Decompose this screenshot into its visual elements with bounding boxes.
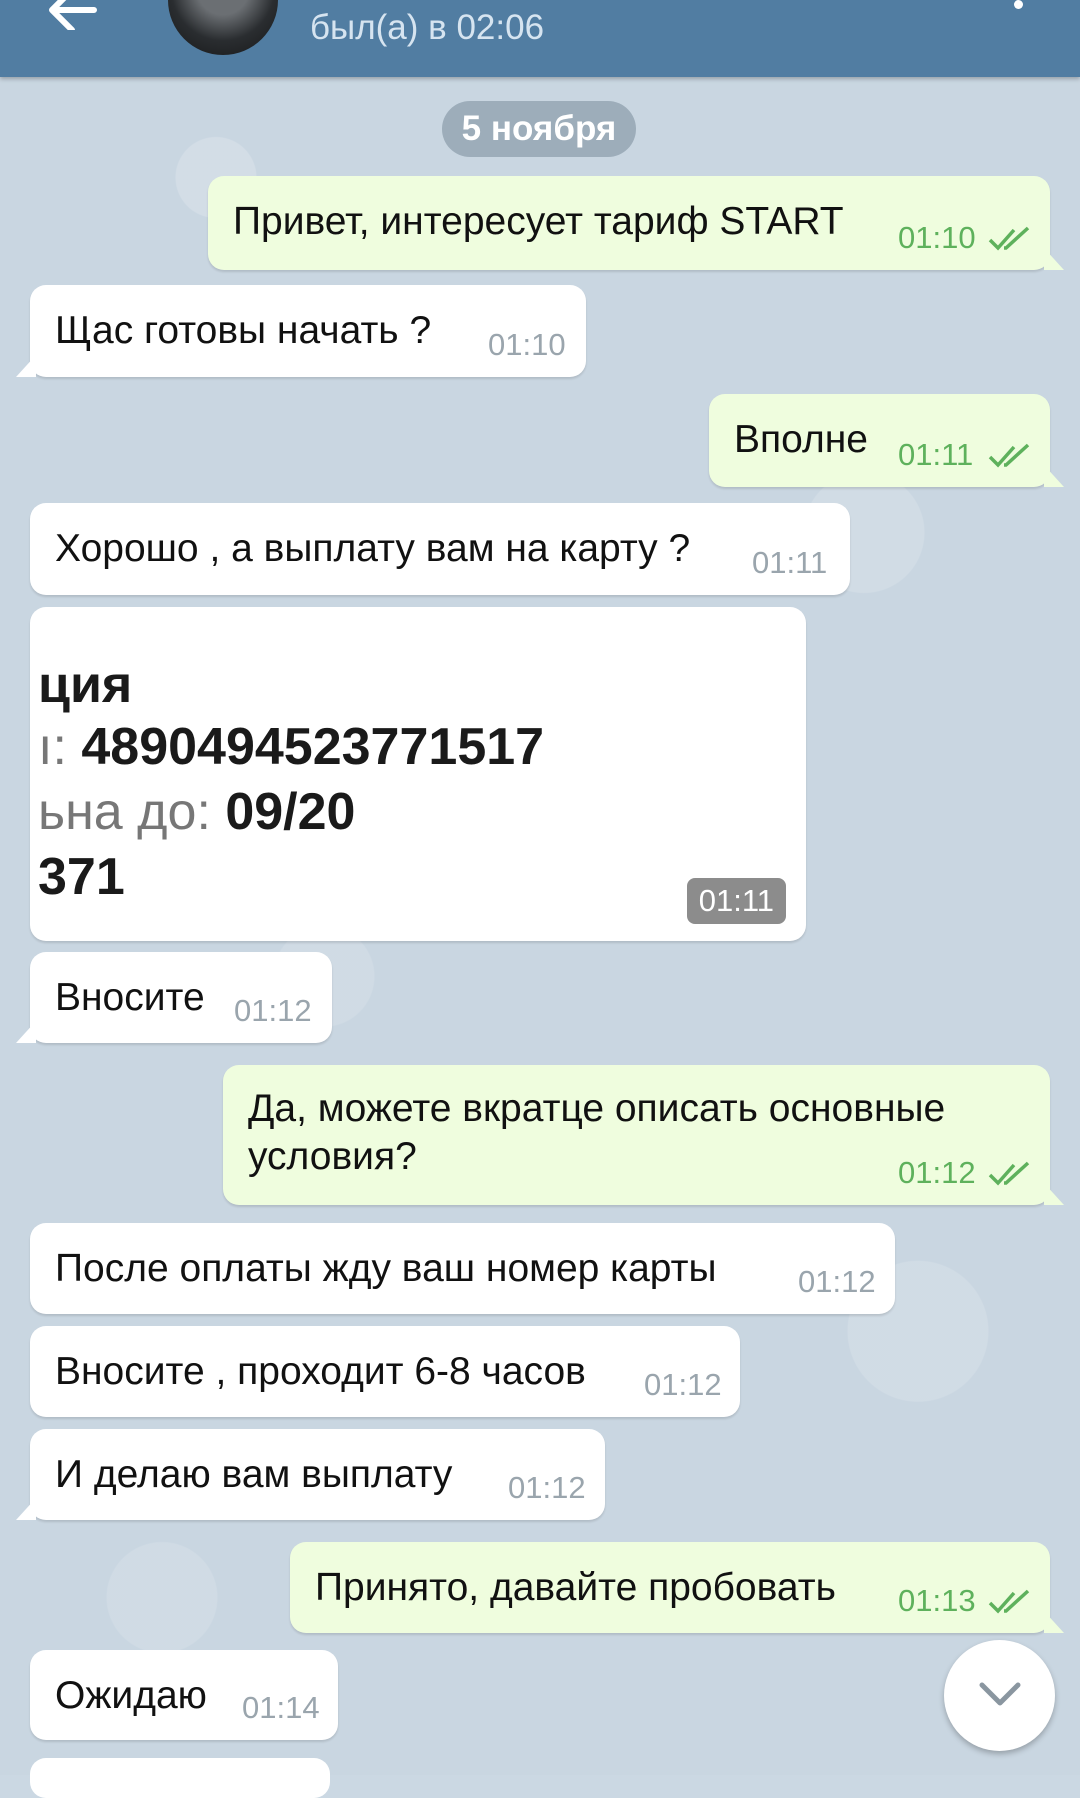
message-time: 01:10 (488, 327, 566, 362)
message-outgoing[interactable]: Принято, давайте пробовать 01:13 (290, 1542, 1064, 1633)
message-time: 01:12 (798, 1264, 876, 1299)
message-outgoing[interactable]: Да, можете вкратце описать основные усло… (223, 1065, 1064, 1205)
card-number-label: ı: (38, 718, 67, 776)
message-incoming[interactable]: Щас готовы начать ? 01:10 (16, 285, 586, 377)
message-text: Ожидаю (55, 1674, 207, 1717)
message-time: 01:14 (242, 1690, 320, 1725)
message-incoming[interactable]: Хорошо , а выплату вам на карту ? 01:11 (30, 503, 850, 595)
message-time: 01:10 (898, 220, 976, 255)
card-number-line: ı: 4890494523771517 (38, 717, 544, 777)
message-time: 01:12 (508, 1470, 586, 1505)
message-text: Вносите , проходит 6-8 часов (55, 1350, 586, 1393)
card-cvv-value: 371 (38, 848, 125, 906)
message-text: Принято, давайте пробовать (315, 1566, 836, 1609)
message-text: И делаю вам выплату (55, 1453, 453, 1496)
more-menu-icon[interactable] (1006, 0, 1030, 30)
photo-text-line: ция (38, 656, 133, 714)
message-text: Привет, интересует тариф START (233, 200, 844, 243)
message-text: Вполне (734, 418, 868, 461)
card-expiry-label: ьна до: (38, 783, 211, 841)
message-time: 01:13 (898, 1583, 976, 1618)
double-check-icon (988, 1161, 1030, 1186)
message-time: 01:11 (898, 437, 974, 472)
photo-message[interactable]: ция ı: 4890494523771517 ьна до: 09/20 37… (30, 607, 806, 941)
message-time: 01:12 (898, 1155, 976, 1190)
message-incoming-partial (30, 1758, 330, 1798)
message-text: Хорошо , а выплату вам на карту ? (55, 527, 691, 570)
chat-header: был(а) в 02:06 (0, 0, 1080, 77)
card-expiry-line: ьна до: 09/20 (38, 782, 355, 842)
message-time: 01:12 (644, 1367, 722, 1402)
message-text: Вносите (55, 976, 205, 1019)
back-arrow-icon[interactable] (48, 0, 98, 30)
message-incoming[interactable]: После оплаты жду ваш номер карты 01:12 (30, 1223, 895, 1314)
message-outgoing[interactable]: Привет, интересует тариф START 01:10 (208, 176, 1064, 270)
message-incoming[interactable]: Вносите , проходит 6-8 часов 01:12 (30, 1326, 740, 1417)
message-outgoing[interactable]: Вполне 01:11 (709, 394, 1064, 487)
message-text: Щас готовы начать ? (55, 309, 432, 352)
message-incoming[interactable]: Вносите 01:12 (16, 952, 332, 1043)
last-seen-status: был(а) в 02:06 (310, 8, 545, 47)
message-time: 01:11 (752, 545, 828, 580)
photo-time: 01:11 (686, 878, 786, 924)
card-number-value: 4890494523771517 (81, 718, 545, 776)
message-incoming[interactable]: И делаю вам выплату 01:12 (16, 1429, 605, 1520)
message-incoming[interactable]: Ожидаю 01:14 (30, 1650, 338, 1740)
message-text: После оплаты жду ваш номер карты (55, 1247, 717, 1290)
message-time: 01:12 (234, 993, 312, 1028)
avatar[interactable] (168, 0, 278, 55)
date-separator: 5 ноября (442, 101, 636, 157)
double-check-icon (988, 443, 1030, 468)
scroll-to-bottom-button[interactable] (944, 1640, 1055, 1751)
card-expiry-value: 09/20 (225, 783, 356, 841)
double-check-icon (988, 1589, 1030, 1614)
double-check-icon (988, 226, 1030, 251)
chevron-down-icon (979, 1682, 1021, 1706)
